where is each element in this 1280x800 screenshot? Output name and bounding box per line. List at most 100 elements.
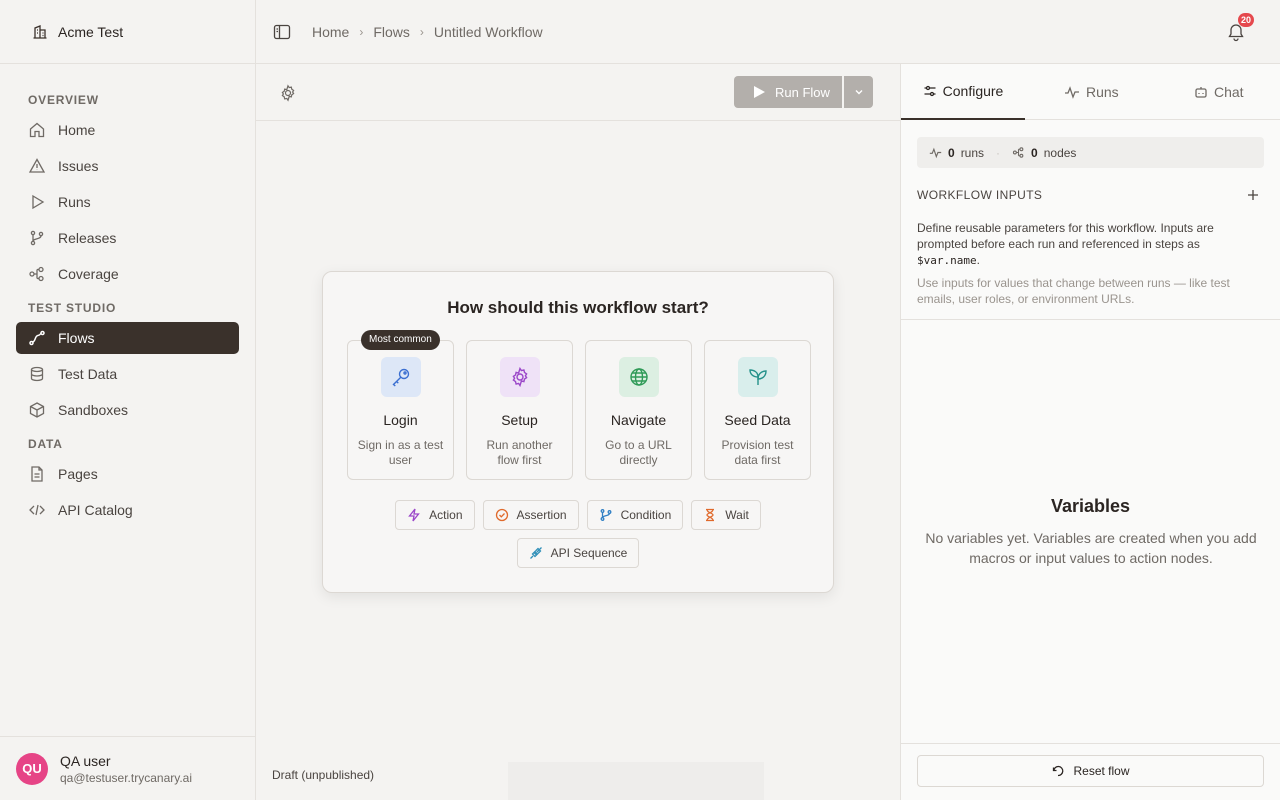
inputs-var-example: $var.name — [917, 254, 977, 267]
sidebar-item-sandboxes[interactable]: Sandboxes — [16, 394, 239, 426]
bolt-icon — [407, 508, 421, 522]
option-description: Sign in as a test user — [357, 438, 444, 467]
option-title: Login — [383, 412, 418, 428]
breadcrumb: Home › Flows › Untitled Workflow — [312, 24, 543, 40]
breadcrumb-current: Untitled Workflow — [433, 23, 543, 40]
bot-icon — [1194, 85, 1208, 99]
option-description: Provision test data first — [721, 438, 794, 467]
sidebar-item-label: Coverage — [58, 266, 119, 282]
git-branch-icon — [28, 229, 46, 247]
chip-label: Action — [429, 508, 463, 522]
tab-configure[interactable]: Configure — [901, 64, 1025, 120]
box-icon — [28, 401, 46, 419]
check-circle-icon — [495, 508, 509, 522]
most-common-badge: Most common — [361, 330, 440, 350]
run-flow-button[interactable]: Run Flow — [734, 76, 842, 108]
variables-title: Variables — [1050, 496, 1131, 516]
gear-icon — [499, 357, 540, 397]
code-icon — [28, 501, 46, 519]
building-icon — [32, 24, 48, 40]
sidebar-item-test-data[interactable]: Test Data — [16, 358, 239, 390]
tab-label: Runs — [1086, 84, 1119, 100]
chip-condition[interactable]: Condition — [586, 500, 684, 530]
sidebar-item-home[interactable]: Home — [16, 114, 239, 146]
notification-count-badge: 20 — [1237, 13, 1254, 27]
separator-dot: · — [996, 145, 1001, 160]
start-option-setup[interactable]: Setup Run another flow first — [466, 340, 573, 480]
run-flow-label: Run Flow — [775, 84, 830, 100]
workspace-name: Acme Test — [58, 23, 124, 40]
chip-wait[interactable]: Wait — [691, 500, 761, 530]
flow-stats: 0 runs · 0 nodes — [917, 137, 1264, 168]
user-email: qa@testuser.trycanary.ai — [60, 770, 193, 785]
canvas-minimap-strip — [508, 762, 764, 800]
sidebar-item-issues[interactable]: Issues — [16, 150, 239, 182]
start-option-seed-data[interactable]: Seed Data Provision test data first — [704, 340, 811, 480]
sidebar-item-coverage[interactable]: Coverage — [16, 258, 239, 290]
option-description: Run another flow first — [486, 438, 553, 467]
globe-icon — [618, 357, 659, 397]
plug-icon — [529, 546, 543, 560]
reset-flow-button[interactable]: Reset flow — [917, 755, 1264, 787]
workspace-switcher[interactable]: Acme Test — [0, 0, 255, 64]
inputs-desc-text: Define reusable parameters for this work… — [917, 221, 1214, 251]
workflow-inputs-title: WORKFLOW INPUTS — [917, 188, 1043, 202]
database-icon — [28, 365, 46, 383]
reset-flow-label: Reset flow — [1073, 764, 1130, 778]
start-option-navigate[interactable]: Navigate Go to a URL directly — [585, 340, 692, 480]
draft-status: Draft (unpublished) — [272, 768, 375, 782]
top-bar: Home › Flows › Untitled Workflow 20 — [256, 0, 1280, 64]
nodes-count: 0 — [1031, 145, 1038, 160]
step-type-chips: Action Assertion Condition Wait API Sequ… — [323, 500, 833, 568]
settings-gear-icon[interactable] — [279, 84, 297, 102]
play-icon — [752, 85, 766, 99]
sidebar-item-flows[interactable]: Flows — [16, 322, 239, 354]
workflow-inputs-hint: Use inputs for values that change betwee… — [917, 276, 1230, 306]
network-icon — [28, 265, 46, 283]
nodes-label: nodes — [1043, 145, 1077, 160]
sidebar-item-label: Home — [58, 122, 96, 138]
workflow-inputs-description: Define reusable parameters for this work… — [917, 220, 1264, 269]
chip-assertion[interactable]: Assertion — [482, 500, 579, 530]
breadcrumb-home[interactable]: Home — [312, 24, 349, 40]
chip-api-sequence[interactable]: API Sequence — [516, 538, 640, 568]
activity-icon — [1064, 84, 1080, 100]
breadcrumb-flows[interactable]: Flows — [373, 24, 410, 40]
workflow-start-card: How should this workflow start? Most com… — [322, 271, 834, 593]
tab-chat[interactable]: Chat — [1194, 64, 1244, 120]
option-description: Go to a URL directly — [605, 438, 672, 467]
sidebar-item-releases[interactable]: Releases — [16, 222, 239, 254]
play-icon — [28, 193, 46, 211]
sidebar-item-api-catalog[interactable]: API Catalog — [16, 494, 239, 526]
sidebar-toggle-icon[interactable] — [272, 22, 292, 42]
start-option-login[interactable]: Most common Login Sign in as a test user — [347, 330, 454, 480]
home-icon — [28, 121, 46, 139]
sidebar-item-label: Runs — [58, 194, 91, 210]
tab-runs[interactable]: Runs — [1064, 64, 1119, 120]
main-nav: OVERVIEW Home Issues Runs Releases Cover… — [0, 64, 255, 526]
sidebar-item-pages[interactable]: Pages — [16, 458, 239, 490]
tab-label: Chat — [1214, 84, 1244, 100]
notifications-button[interactable]: 20 — [1224, 13, 1254, 44]
chip-action[interactable]: Action — [395, 500, 475, 530]
sidebar: Acme Test OVERVIEW Home Issues Runs Rele… — [0, 0, 256, 800]
panel-footer: Reset flow — [901, 743, 1280, 800]
runs-count: 0 — [948, 145, 955, 160]
sidebar-item-label: Issues — [58, 158, 99, 174]
side-panel: Configure Runs Chat 0 runs · 0 nodes WOR… — [900, 64, 1280, 800]
add-input-plus-icon[interactable] — [1246, 188, 1260, 202]
nav-section-data: DATA — [28, 437, 63, 451]
panel-divider — [901, 319, 1280, 320]
runs-label: runs — [960, 145, 985, 160]
nav-section-overview: OVERVIEW — [28, 93, 99, 107]
avatar: QU — [16, 752, 48, 785]
sidebar-item-label: Test Data — [58, 366, 118, 382]
tab-label: Configure — [942, 83, 1004, 99]
sidebar-item-runs[interactable]: Runs — [16, 186, 239, 218]
flow-icon — [28, 329, 46, 347]
user-profile[interactable]: QU QA user qa@testuser.trycanary.ai — [0, 736, 255, 800]
sliders-icon — [923, 84, 937, 98]
chip-label: Wait — [725, 508, 749, 522]
reset-icon — [1051, 764, 1065, 778]
run-options-dropdown[interactable] — [844, 76, 873, 108]
